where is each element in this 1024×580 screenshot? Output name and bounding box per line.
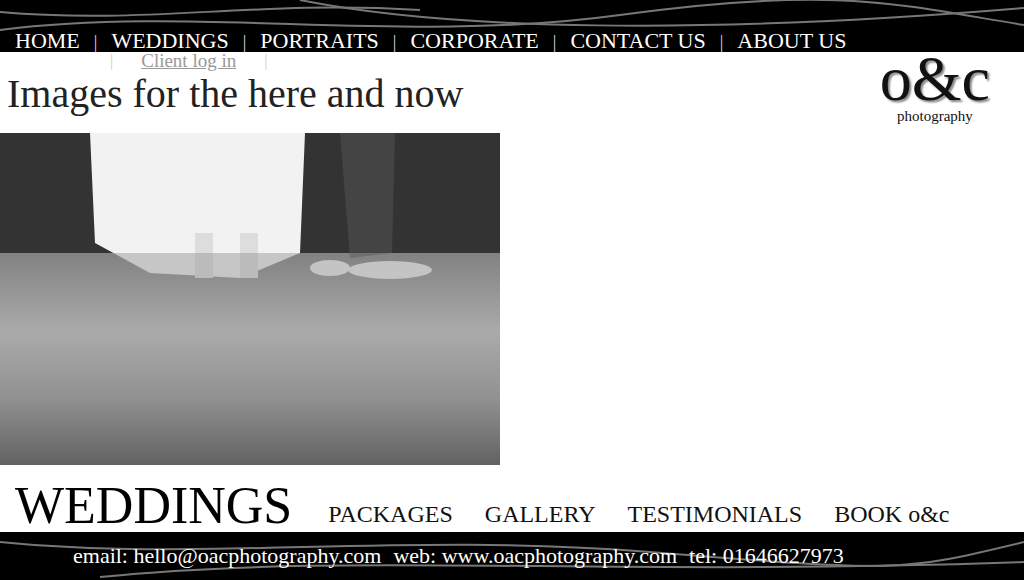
nav-separator: | [539,32,571,52]
nav-link[interactable]: ABOUT US [737,30,846,52]
nav-link[interactable]: PORTRAITS [260,30,378,52]
nav-separator: | [229,32,261,52]
logo[interactable]: o&cphotography [880,50,990,133]
nav-link[interactable]: WEDDINGS [111,30,228,52]
wedding-photo [0,133,500,465]
footer-contact[interactable]: tel: 01646627973 [689,543,844,569]
top-bar: HOME|WEDDINGS|PORTRAITS|CORPORATE|CONTAC… [0,0,1024,52]
nav-separator: | [706,32,738,52]
section-link[interactable]: TESTIMONIALS [627,501,802,527]
section-link[interactable]: GALLERY [485,501,596,527]
nav-link[interactable]: HOME [15,30,80,52]
photo-shapes [0,133,500,465]
footer-contact[interactable]: email: hello@oacphotography.com [73,543,381,569]
nav-link[interactable]: CONTACT US [570,30,705,52]
nav-separator: | [256,52,275,70]
section-link[interactable]: BOOK o&c [834,501,949,527]
main-nav: HOME|WEDDINGS|PORTRAITS|CORPORATE|CONTAC… [0,30,846,52]
nav-separator: | [80,32,112,52]
section-nav: PACKAGES GALLERY TESTIMONIALS BOOK o&c [328,501,949,532]
section-link[interactable]: PACKAGES [328,501,453,527]
client-row: |Client log in| [0,52,463,70]
footer: email: hello@oacphotography.com web: www.… [0,532,1024,580]
header-left: |Client log in| Images for the here and n… [0,52,463,133]
header: |Client log in| Images for the here and n… [0,52,1024,133]
footer-contact[interactable]: web: www.oacphotography.com [393,543,677,569]
tagline: Images for the here and now [0,72,463,116]
nav-separator: | [379,32,411,52]
client-login-link[interactable]: Client log in [121,52,256,70]
nav-link[interactable]: CORPORATE [410,30,538,52]
section-bar: WEDDINGS PACKAGES GALLERY TESTIMONIALS BOOK … [0,465,1024,532]
logo-subtitle: photography [897,108,973,124]
nav-separator: | [102,52,121,70]
section-title: WEDDINGS [15,480,292,532]
logo-mark: o&c [880,50,990,108]
